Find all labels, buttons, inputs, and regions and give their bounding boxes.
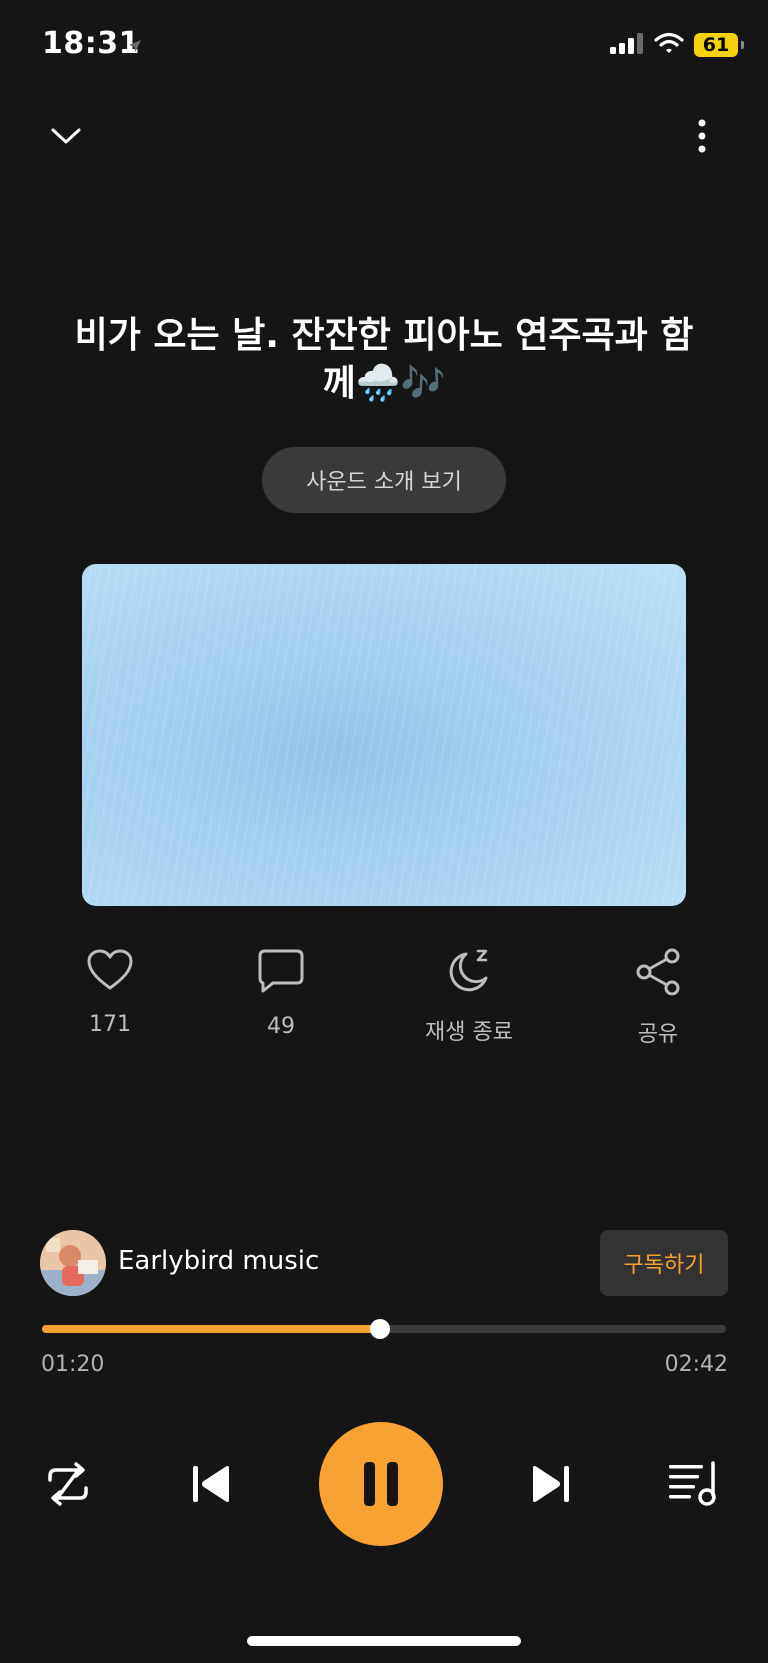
battery-indicator: 61 — [694, 33, 744, 57]
subscribe-button[interactable]: 구독하기 — [600, 1230, 728, 1296]
heart-icon — [87, 949, 133, 990]
total-time: 02:42 — [664, 1352, 728, 1377]
avatar-illustration — [40, 1230, 106, 1296]
sleep-timer-button[interactable]: 재생 종료 — [394, 948, 544, 1046]
home-indicator — [247, 1636, 521, 1646]
previous-button[interactable] — [183, 1456, 239, 1512]
channel-avatar[interactable] — [40, 1230, 106, 1296]
pause-button[interactable] — [319, 1422, 443, 1546]
channel-name[interactable]: Earlybird music — [118, 1246, 319, 1276]
sleep-timer-label: 재생 종료 — [425, 1020, 513, 1045]
progress-thumb[interactable] — [369, 1319, 390, 1339]
comment-button[interactable]: 49 — [206, 948, 356, 1039]
next-button[interactable] — [523, 1456, 579, 1512]
moon-sleep-icon — [449, 949, 488, 992]
status-time: 18:31 — [42, 26, 140, 61]
status-indicators: 61 — [610, 32, 744, 58]
playlist-button[interactable] — [664, 1456, 724, 1512]
location-arrow-icon — [128, 38, 142, 57]
skip-next-icon — [533, 1466, 569, 1502]
repeat-button[interactable] — [40, 1456, 96, 1512]
collapse-button[interactable] — [42, 112, 90, 160]
like-button[interactable]: 171 — [35, 948, 185, 1037]
repeat-icon — [48, 1462, 88, 1506]
more-options-button[interactable] — [678, 112, 726, 160]
channel-row: Earlybird music 구독하기 — [40, 1230, 728, 1296]
action-row: 171 49 재생 종료 공유 — [0, 948, 768, 1058]
wifi-icon — [654, 32, 684, 58]
pause-icon — [364, 1462, 398, 1506]
progress-bar[interactable] — [42, 1319, 726, 1339]
playlist-icon — [669, 1461, 716, 1506]
comment-icon — [258, 949, 304, 993]
comment-count: 49 — [267, 1014, 295, 1039]
share-button[interactable]: 공유 — [583, 948, 733, 1048]
share-icon — [636, 948, 680, 996]
player-screen: 18:31 61 비가 오는 날. 잔잔한 피아노 연주곡과 함께🌧️🎶 사운드… — [0, 0, 768, 1663]
track-artwork — [82, 564, 686, 906]
sound-intro-button[interactable]: 사운드 소개 보기 — [262, 447, 506, 513]
chevron-down-icon — [51, 128, 81, 144]
share-label: 공유 — [637, 1022, 679, 1047]
skip-previous-icon — [193, 1466, 229, 1502]
signal-icon — [610, 32, 644, 58]
more-vertical-icon — [698, 119, 706, 153]
track-title: 비가 오는 날. 잔잔한 피아노 연주곡과 함께🌧️🎶 — [74, 315, 694, 404]
current-time: 01:20 — [41, 1352, 105, 1377]
progress-fill — [42, 1325, 380, 1333]
like-count: 171 — [89, 1012, 131, 1037]
